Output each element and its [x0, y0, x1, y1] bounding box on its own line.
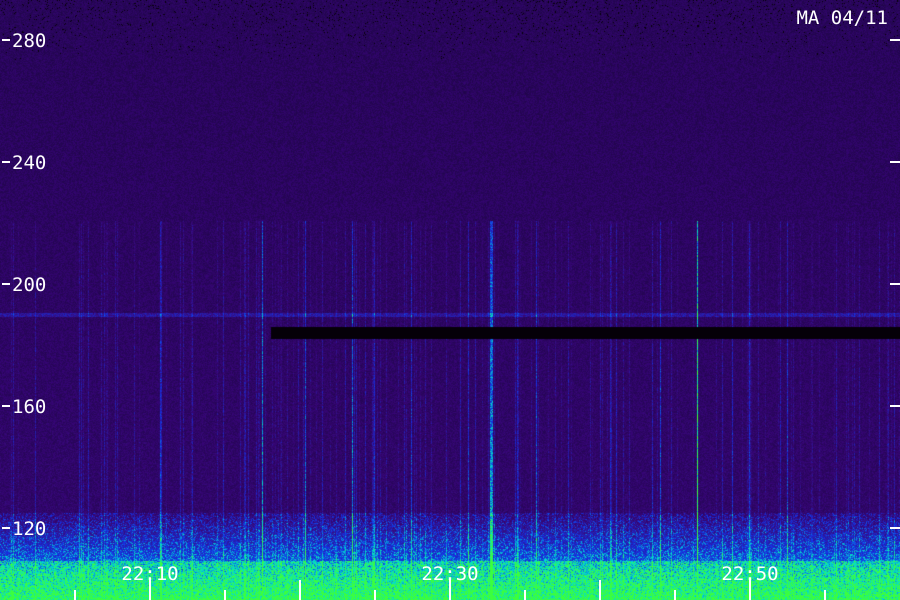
x-tick-label: 22:10: [121, 563, 178, 585]
y-tick-label: 240: [12, 152, 46, 174]
x-tick-label: 22:30: [421, 563, 478, 585]
y-tick-label: 120: [12, 518, 46, 540]
y-axis: 280 240 200 160 120: [2, 30, 900, 540]
chart-overlay: 280 240 200 160 120 22:10 22:30 22:50 MA 04/11: [2, 7, 900, 600]
y-tick-label: 160: [12, 396, 46, 418]
x-axis: 22:10 22:30 22:50: [74, 563, 826, 600]
y-tick-label: 200: [12, 274, 46, 296]
y-tick-label: 280: [12, 30, 46, 52]
spectrogram-chart: 280 240 200 160 120 22:10 22:30 22:50 MA 04/11: [0, 0, 900, 600]
x-tick-label: 22:50: [721, 563, 778, 585]
chart-title: MA 04/11: [796, 7, 888, 29]
